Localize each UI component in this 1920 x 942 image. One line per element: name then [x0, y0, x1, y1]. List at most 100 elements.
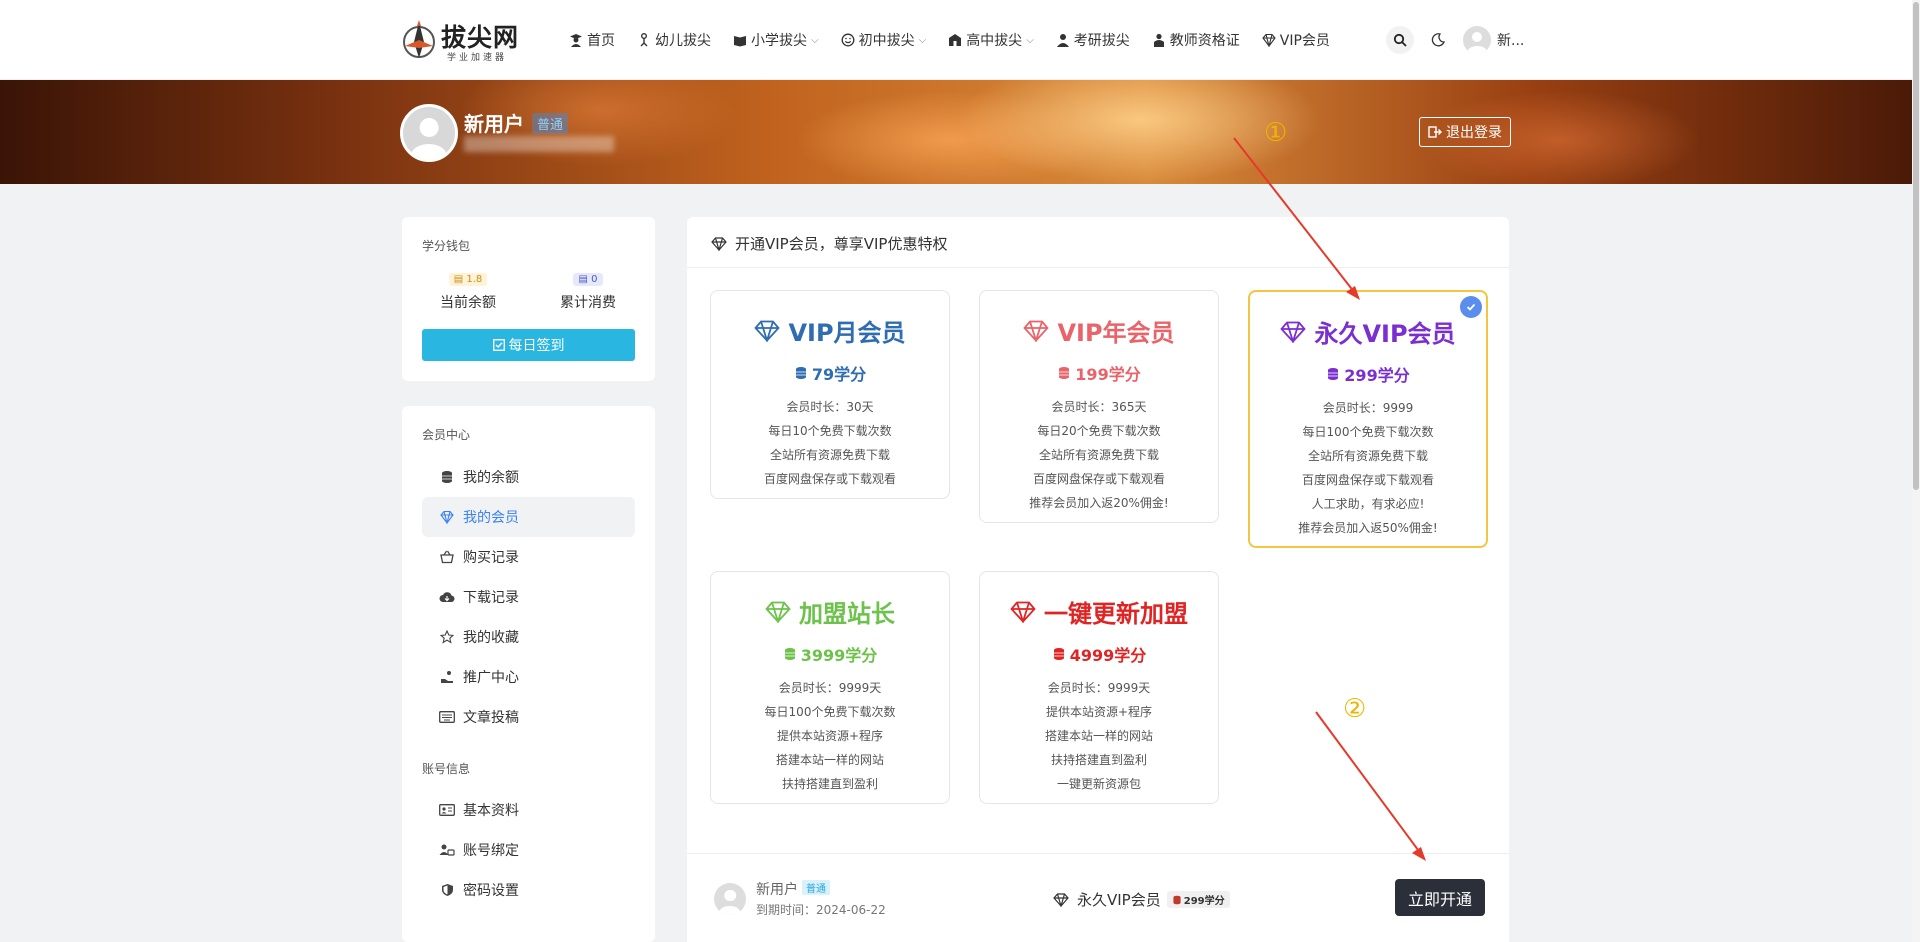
menu-item-password[interactable]: 密码设置: [422, 870, 635, 910]
book-open-icon: [734, 36, 746, 47]
order-user-info: 新用户 普通 到期时间：2024-06-22: [714, 879, 886, 918]
nav-vip[interactable]: VIP会员: [1262, 30, 1330, 50]
menu-item-label: 我的会员: [463, 510, 519, 526]
coins-icon: ▤: [453, 274, 464, 285]
coins-icon: [795, 367, 806, 379]
plan-features: 会员时长：30天 每日10个免费下载次数 全站所有资源免费下载 百度网盘保存或下…: [711, 395, 949, 491]
menu-item-submit-article[interactable]: 文章投稿: [422, 697, 635, 737]
wallet-card: 学分钱包 ▤ 1.8 当前余额 ▤ 0 累计消费 每日签到: [402, 217, 655, 381]
nav-high-label: 高中拔尖: [966, 33, 1023, 49]
menu-item-label: 下载记录: [463, 590, 519, 606]
header-user-menu[interactable]: 新...: [1463, 26, 1524, 54]
plan-price: 79学分: [711, 361, 949, 385]
member-center-menu: 会员中心 我的余额 我的会员 购买记录 下载记录 我的收藏 推广中心 文章投稿 …: [402, 406, 655, 942]
avatar: [1463, 26, 1491, 54]
logout-button[interactable]: 退出登录: [1419, 117, 1511, 147]
selected-price-chip: 299学分: [1166, 891, 1230, 908]
plan-feature: 每日20个免费下载次数: [1037, 424, 1161, 438]
scrollbar-thumb[interactable]: [1913, 2, 1919, 490]
selected-price: 299学分: [1183, 896, 1225, 907]
plan-feature: 百度网盘保存或下载观看: [1032, 472, 1165, 486]
teacher-icon: [1153, 33, 1164, 47]
nav-kids[interactable]: 幼儿拔尖: [637, 30, 711, 50]
balance-pill: ▤ 1.8: [448, 273, 488, 286]
plan-card-auto-update[interactable]: 一键更新加盟 4999学分 会员时长：9999天 提供本站资源+程序 搭建本站一…: [979, 571, 1219, 804]
nav-grad[interactable]: 考研拔尖: [1056, 30, 1130, 50]
plan-price: 199学分: [980, 361, 1218, 385]
main-title-text: 开通VIP会员，尊享VIP优惠特权: [735, 235, 948, 253]
nav-home[interactable]: 首页: [569, 30, 615, 50]
plan-feature: 推荐会员加入返50%佣金!: [1298, 521, 1438, 535]
banner-user-name: 新用户: [464, 112, 524, 136]
cloud-download-icon: [439, 589, 455, 605]
diamond-icon: [765, 601, 791, 623]
diamond-icon: [1262, 33, 1276, 47]
menu-item-promotion[interactable]: 推广中心: [422, 657, 635, 697]
dark-mode-toggle[interactable]: [1424, 26, 1452, 54]
basket-icon: [439, 549, 455, 565]
menu-item-label: 我的余额: [463, 470, 519, 486]
selected-plan-name: 永久VIP会员: [1077, 891, 1161, 909]
nav-primary[interactable]: 小学拔尖 ⌵: [733, 30, 819, 50]
plan-card-lifetime[interactable]: 永久VIP会员 299学分 会员时长：9999 每日100个免费下载次数 全站所…: [1248, 290, 1488, 548]
plan-features: 会员时长：365天 每日20个免费下载次数 全站所有资源免费下载 百度网盘保存或…: [980, 395, 1218, 515]
plan-feature: 扶持搭建直到盈利: [781, 777, 878, 791]
spent-pill: ▤ 0: [573, 273, 603, 286]
menu-item-label: 密码设置: [463, 883, 519, 899]
menu-item-label: 基本资料: [463, 803, 519, 819]
plan-name: VIP年会员: [980, 313, 1218, 348]
menu-item-account-binding[interactable]: 账号绑定: [422, 830, 635, 870]
id-card-icon: [439, 802, 455, 818]
nav-teacher[interactable]: 教师资格证: [1152, 30, 1240, 50]
plan-features: 会员时长：9999 每日100个免费下载次数 全站所有资源免费下载 百度网盘保存…: [1250, 396, 1486, 540]
plan-card-yearly[interactable]: VIP年会员 199学分 会员时长：365天 每日20个免费下载次数 全站所有资…: [979, 290, 1219, 523]
nav-high[interactable]: 高中拔尖 ⌵: [948, 30, 1034, 50]
activate-now-button[interactable]: 立即开通: [1395, 879, 1485, 916]
diamond-icon: [1053, 892, 1069, 907]
expire-date: 到期时间：2024-06-22: [756, 903, 886, 917]
plan-price-text: 299学分: [1344, 366, 1410, 385]
keyboard-icon: [439, 709, 455, 725]
site-logo[interactable]: 拔尖网 学业加速器: [401, 16, 521, 64]
coins-icon: [1053, 648, 1064, 660]
chevron-down-icon: ⌵: [918, 34, 927, 46]
plan-card-monthly[interactable]: VIP月会员 79学分 会员时长：30天 每日10个免费下载次数 全站所有资源免…: [710, 290, 950, 499]
school-icon: [949, 34, 962, 46]
nav-teacher-label: 教师资格证: [1169, 33, 1240, 49]
menu-item-membership[interactable]: 我的会员: [422, 497, 635, 537]
plan-feature: 会员时长：9999天: [1047, 681, 1151, 695]
search-button[interactable]: [1386, 26, 1414, 54]
balance-label: 当前余额: [440, 295, 496, 311]
spent-stat: ▤ 0 累计消费: [538, 271, 638, 312]
chevron-down-icon: ⌵: [811, 34, 819, 46]
nav-middle[interactable]: 初中拔尖 ⌵: [841, 30, 927, 50]
coins-icon: [439, 469, 455, 485]
user-avatar-large[interactable]: [400, 104, 458, 162]
daily-checkin-button[interactable]: 每日签到: [422, 329, 635, 361]
plan-feature: 扶持搭建直到盈利: [1050, 753, 1147, 767]
compass-logo-icon: [403, 20, 435, 58]
plan-name: VIP月会员: [711, 313, 949, 348]
plan-card-franchise[interactable]: 加盟站长 3999学分 会员时长：9999天 每日100个免费下载次数 提供本站…: [710, 571, 950, 804]
plan-feature: 百度网盘保存或下载观看: [1301, 473, 1434, 487]
plan-name: 永久VIP会员: [1250, 314, 1486, 349]
divider: [687, 267, 1509, 268]
menu-item-profile[interactable]: 基本资料: [422, 790, 635, 830]
plan-name-text: VIP月会员: [788, 319, 906, 347]
menu-item-balance[interactable]: 我的余额: [422, 457, 635, 497]
wallet-title: 学分钱包: [422, 239, 471, 253]
menu-item-purchases[interactable]: 购买记录: [422, 537, 635, 577]
diamond-icon: [1010, 601, 1036, 623]
menu-item-favorites[interactable]: 我的收藏: [422, 617, 635, 657]
coins-icon: [1173, 895, 1181, 904]
check-square-icon: [492, 339, 505, 351]
annotation-step-one: ①: [1264, 118, 1288, 148]
menu-item-label: 推广中心: [463, 670, 519, 686]
menu-item-downloads[interactable]: 下载记录: [422, 577, 635, 617]
menu-item-label: 账号绑定: [463, 843, 519, 859]
plan-feature: 每日100个免费下载次数: [764, 705, 896, 719]
selected-plan-summary: 永久VIP会员 299学分: [1053, 889, 1230, 910]
page-scrollbar[interactable]: [1912, 0, 1920, 942]
plan-feature: 搭建本站一样的网站: [775, 753, 884, 767]
plan-feature: 全站所有资源免费下载: [1038, 448, 1159, 462]
